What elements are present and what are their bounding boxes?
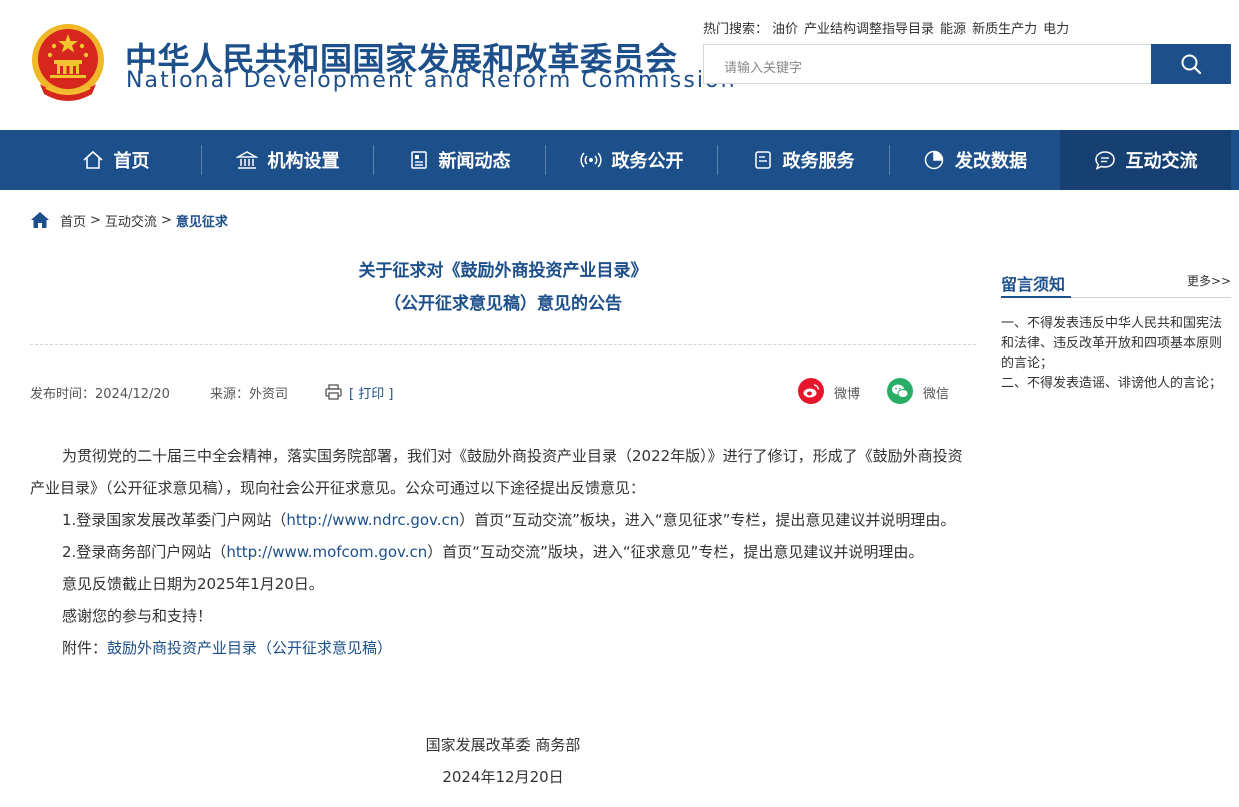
attachment-link[interactable]: 鼓励外商投资产业目录（公开征求意见稿） (107, 639, 392, 657)
chat-icon (1094, 151, 1115, 170)
weibo-share-label[interactable]: 微博 (834, 383, 860, 402)
wechat-icon[interactable] (887, 378, 913, 404)
nav-label: 互动交流 (1125, 151, 1198, 172)
breadcrumb: 首页 > 互动交流 > 意见征求 (30, 210, 228, 230)
title-divider (30, 344, 976, 345)
breadcrumb-link[interactable]: 首页 (60, 211, 86, 230)
nav-item-gov-services[interactable]: 政务服务 (718, 130, 889, 190)
sidebar-rules: 一、不得发表违反中华人民共和国宪法和法律、违反改革开放和四项基本原则的言论； 二… (1001, 314, 1231, 394)
article-title-line2: （公开征求意见稿）意见的公告 (384, 294, 622, 314)
sidebar-title: 留言须知 (1001, 275, 1066, 294)
hot-search-label: 热门搜索： (703, 22, 769, 37)
wechat-glyph-icon (892, 384, 909, 398)
sidebar-rule: 一、不得发表违反中华人民共和国宪法和法律、违反改革开放和四项基本原则的言论； (1001, 316, 1223, 371)
source-info: 来源：外资司 (210, 383, 288, 402)
main-nav: 首页 机构设置 新闻动态 政务公开 政务服务 发改数据 互动交流 (0, 130, 1239, 190)
item-text: ）首页“互动交流”板块，进入“意见征求”专栏，提出意见建议并说明理由。 (459, 511, 956, 529)
nav-label: 新闻动态 (438, 151, 511, 172)
deadline-text: 意见反馈截止日期为2025年1月20日。 (62, 575, 324, 593)
item-text: ）首页“互动交流”版块，进入“征求意见”专栏，提出意见建议并说明理由。 (427, 543, 924, 561)
site-title-en[interactable]: National Development and Reform Commissi… (126, 68, 737, 93)
pie-chart-icon (924, 150, 944, 170)
nav-label: 政务公开 (611, 151, 684, 172)
publish-date: 2024/12/20 (95, 387, 170, 402)
site-header: 中华人民共和国国家发展和改革委员会 National Development a… (0, 0, 1239, 130)
home-icon[interactable] (30, 211, 50, 229)
breadcrumb-separator: > (90, 212, 101, 228)
search-input[interactable]: 请输入关键字 (703, 44, 1152, 84)
item-text: 1.登录国家发展改革委门户网站（ (62, 511, 287, 529)
search-button[interactable] (1151, 44, 1231, 84)
hot-search: 热门搜索： 油价 产业结构调整指导目录 能源 新质生产力 电力 (703, 18, 1075, 37)
weibo-glyph-icon (803, 384, 820, 398)
breadcrumb-current: 意见征求 (175, 214, 228, 230)
sidebar-more-link[interactable]: 更多>> (1187, 272, 1231, 289)
weibo-icon[interactable] (798, 378, 824, 404)
article-list-item: 1.登录国家发展改革委门户网站（http://www.ndrc.gov.cn）首… (30, 504, 976, 536)
article-paragraph: 为贯彻党的二十届三中全会精神，落实国务院部署，我们对《鼓励外商投资产业目录（20… (30, 447, 963, 497)
mofcom-link[interactable]: http://www.mofcom.gov.cn (226, 543, 427, 561)
breadcrumb-separator: > (160, 212, 172, 228)
source-label: 来源： (210, 387, 250, 402)
breadcrumb-link[interactable]: 互动交流 (105, 211, 157, 230)
nav-item-interaction[interactable]: 互动交流 (1060, 130, 1231, 190)
printer-icon[interactable] (325, 384, 342, 400)
publish-info: 发布时间：2024/12/20 (30, 383, 170, 402)
print-button[interactable]: [ 打印 ] (349, 383, 393, 402)
wechat-share-label[interactable]: 微信 (923, 383, 949, 402)
nav-label: 政务服务 (782, 151, 855, 172)
item-text: 2.登录商务部门户网站（ (62, 543, 227, 561)
building-icon (235, 151, 258, 169)
article-title-line1: 关于征求对《鼓励外商投资产业目录》 (358, 261, 648, 281)
sidebar-rule: 二、不得发表造谣、诽谤他人的言论； (1001, 376, 1223, 391)
signatory: 国家发展改革委 商务部 (425, 736, 581, 754)
nav-label: 首页 (113, 151, 150, 172)
hot-term-link[interactable]: 能源 (940, 22, 966, 37)
sidebar-divider-accent (1001, 296, 1071, 298)
nav-label: 发改数据 (955, 151, 1027, 172)
nav-item-home[interactable]: 首页 (30, 130, 201, 190)
nav-item-organization[interactable]: 机构设置 (202, 130, 373, 190)
attachment-row: 附件：鼓励外商投资产业目录（公开征求意见稿） (30, 632, 976, 664)
publish-label: 发布时间： (30, 387, 96, 402)
newspaper-icon (410, 151, 427, 169)
hot-term-link[interactable]: 油价 (772, 22, 798, 37)
search-icon (1181, 54, 1202, 75)
article-body: 为贯彻党的二十届三中全会精神，落实国务院部署，我们对《鼓励外商投资产业目录（20… (30, 440, 976, 664)
sign-date: 2024年12月20日 (442, 768, 564, 786)
hot-term-link[interactable]: 电力 (1043, 22, 1069, 37)
thanks-text: 感谢您的参与和支持！ (62, 607, 213, 625)
nav-item-data[interactable]: 发改数据 (890, 130, 1060, 190)
nav-item-gov-affairs[interactable]: 政务公开 (546, 130, 717, 190)
attachment-label: 附件： (62, 639, 108, 657)
home-icon (82, 150, 103, 169)
article-list-item: 2.登录商务部门户网站（http://www.mofcom.gov.cn）首页“… (30, 536, 976, 568)
hot-term-link[interactable]: 产业结构调整指导目录 (804, 22, 934, 37)
hot-term-link[interactable]: 新质生产力 (972, 22, 1037, 37)
document-icon (754, 151, 771, 169)
national-emblem-icon[interactable] (30, 22, 106, 104)
broadcast-icon (579, 152, 602, 168)
nav-label: 机构设置 (267, 151, 340, 172)
source-value: 外资司 (249, 387, 289, 402)
ndrc-link[interactable]: http://www.ndrc.gov.cn (286, 511, 459, 529)
nav-item-news[interactable]: 新闻动态 (374, 130, 545, 190)
